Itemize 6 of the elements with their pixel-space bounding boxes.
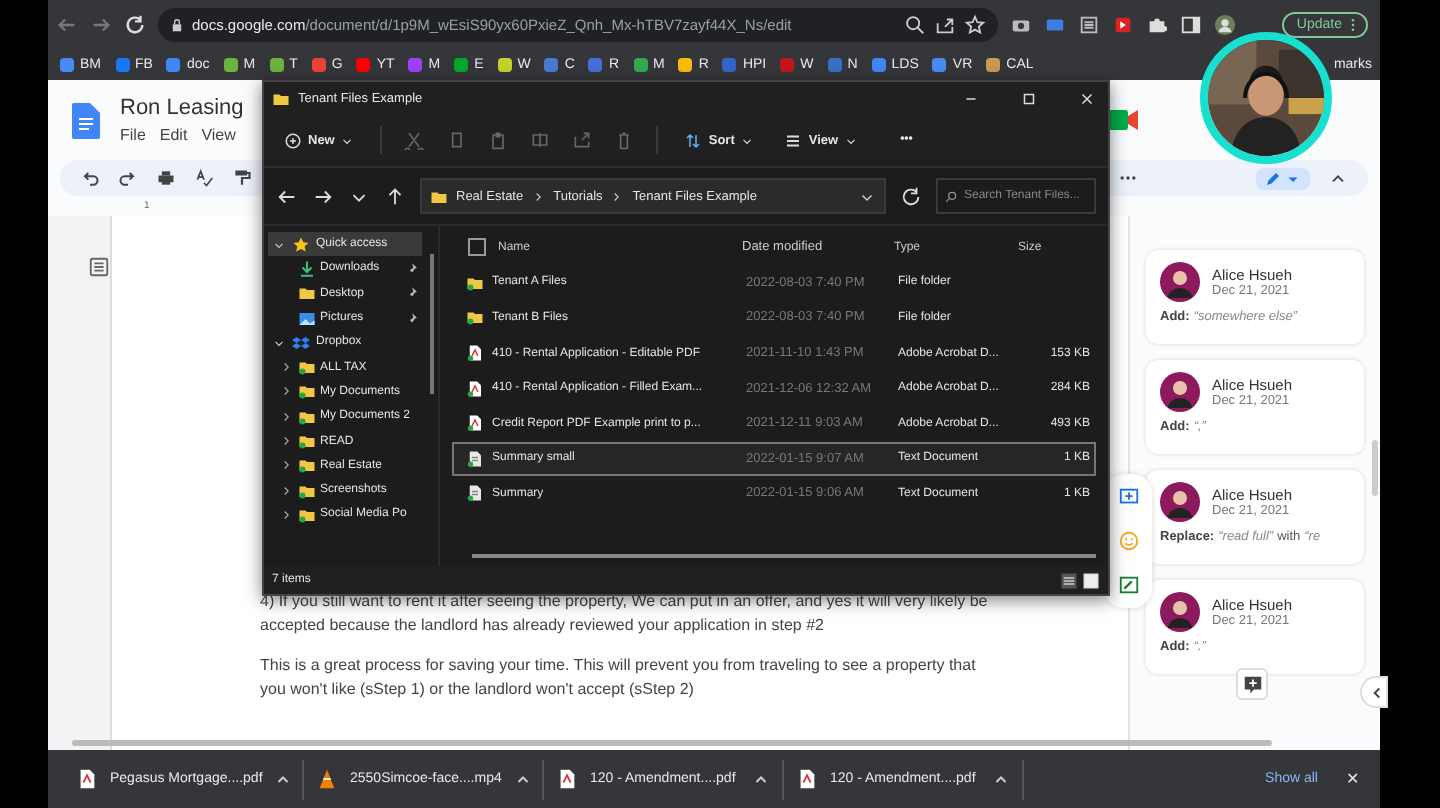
document-title[interactable]: Ron Leasing [120,96,244,120]
menu-item[interactable]: Edit [159,126,188,144]
close-button[interactable]: ✕ [1346,770,1360,788]
menu-item[interactable]: File [120,126,146,144]
menu-item[interactable]: View [201,126,236,144]
paragraph: This is a great process for saving your time. This will prevent you from traveling to see a property that you won't like (sStep 1) or the landlord won't accept (sStep 2) [260,654,978,700]
